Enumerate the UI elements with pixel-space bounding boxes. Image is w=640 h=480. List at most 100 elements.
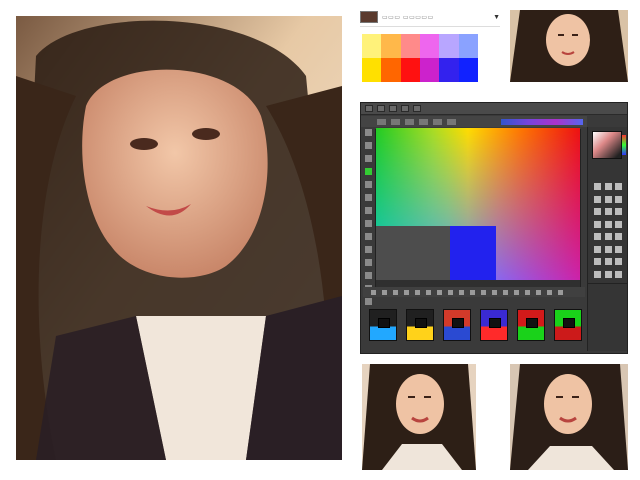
swatch-cell[interactable]: [420, 58, 440, 82]
strip-icon[interactable]: [492, 289, 497, 295]
tool-icon[interactable]: [364, 233, 372, 240]
main-portrait-image: [16, 16, 342, 460]
layer-icon[interactable]: [594, 245, 601, 253]
preset-thumbnail[interactable]: [480, 309, 508, 341]
layer-icon[interactable]: [604, 183, 612, 190]
layer-icon[interactable]: [594, 208, 601, 215]
strip-icon[interactable]: [503, 289, 508, 295]
strip-icon[interactable]: [514, 289, 519, 295]
tool-icon[interactable]: [364, 194, 372, 201]
thumbnail-top-right[interactable]: [510, 10, 628, 82]
strip-icon[interactable]: [558, 289, 563, 295]
preset-thumbnail[interactable]: [369, 309, 397, 341]
layer-icon[interactable]: [604, 233, 612, 240]
layer-icon[interactable]: [604, 208, 612, 215]
strip-icon[interactable]: [448, 289, 453, 295]
layer-icon[interactable]: [604, 245, 612, 253]
swatch-cell[interactable]: [458, 58, 478, 82]
tool-icon[interactable]: [364, 142, 372, 149]
tool-icon[interactable]: [364, 181, 372, 188]
swatch-cell[interactable]: [362, 34, 382, 58]
layer-icon[interactable]: [615, 195, 623, 203]
tool-icon[interactable]: [364, 259, 372, 266]
menu-button[interactable]: [401, 105, 409, 112]
swatch-cell[interactable]: [439, 58, 459, 82]
tool-button[interactable]: [391, 118, 400, 125]
preset-icon: [563, 318, 575, 328]
preset-thumbnail[interactable]: [554, 309, 582, 341]
chevron-down-icon[interactable]: ▼: [493, 14, 500, 21]
layer-icon[interactable]: [615, 258, 623, 265]
strip-icon[interactable]: [426, 289, 431, 295]
preset-thumbnail[interactable]: [406, 309, 434, 341]
strip-icon[interactable]: [536, 289, 541, 295]
menu-button[interactable]: [377, 105, 385, 112]
thumbnail-illustration: [362, 364, 476, 470]
tool-icon[interactable]: [364, 129, 372, 136]
tool-button[interactable]: [447, 118, 456, 125]
tool-icon[interactable]: [364, 207, 372, 214]
tool-icon[interactable]: [364, 272, 372, 279]
hue-spectrum-bar[interactable]: [501, 118, 583, 125]
menu-button[interactable]: [389, 105, 397, 112]
swatch-cell[interactable]: [458, 34, 478, 58]
strip-icon[interactable]: [547, 289, 552, 295]
layer-icon[interactable]: [594, 270, 601, 278]
preset-thumbnail[interactable]: [443, 309, 471, 341]
strip-icon[interactable]: [415, 289, 420, 295]
strip-icon[interactable]: [371, 289, 376, 295]
color-gradient-canvas[interactable]: [376, 128, 580, 280]
strip-icon[interactable]: [470, 289, 475, 295]
swatch-color-chip[interactable]: [360, 11, 378, 23]
layer-icon[interactable]: [594, 195, 601, 203]
swatch-cell[interactable]: [400, 58, 420, 82]
portrait-illustration: [16, 16, 342, 460]
swatch-header[interactable]: ▭▭▭ ▭▭▭▭▭ ▼: [360, 8, 500, 26]
strip-icon[interactable]: [459, 289, 464, 295]
thumbnail-bottom-right[interactable]: [510, 364, 628, 470]
layer-icon[interactable]: [604, 220, 612, 228]
layer-icon[interactable]: [594, 183, 601, 190]
layer-icon[interactable]: [604, 195, 612, 203]
layer-icon[interactable]: [615, 233, 623, 240]
tool-icon[interactable]: [364, 220, 372, 227]
swatch-cell[interactable]: [420, 34, 440, 58]
tool-button[interactable]: [433, 118, 442, 125]
layer-icon[interactable]: [615, 220, 623, 228]
layer-icon[interactable]: [594, 220, 601, 228]
tool-button[interactable]: [377, 118, 386, 125]
tool-icon[interactable]: [364, 298, 372, 305]
swatch-cell[interactable]: [381, 58, 401, 82]
menu-button[interactable]: [365, 105, 373, 112]
color-picker-square[interactable]: [592, 131, 622, 159]
preset-thumbnail[interactable]: [517, 309, 545, 341]
tool-button[interactable]: [405, 118, 414, 125]
thumbnail-bottom-left[interactable]: [362, 364, 476, 470]
strip-icon[interactable]: [404, 289, 409, 295]
layer-icon[interactable]: [594, 258, 601, 265]
strip-icon[interactable]: [525, 289, 530, 295]
hue-slider[interactable]: [622, 135, 626, 155]
divider: [360, 26, 500, 27]
strip-icon[interactable]: [382, 289, 387, 295]
strip-icon[interactable]: [481, 289, 486, 295]
swatch-palette[interactable]: [362, 34, 478, 82]
layer-icon[interactable]: [604, 258, 612, 265]
swatch-cell[interactable]: [381, 34, 401, 58]
swatch-cell[interactable]: [400, 34, 420, 58]
swatch-cell[interactable]: [439, 34, 459, 58]
tool-button[interactable]: [419, 118, 428, 125]
layer-icon[interactable]: [615, 270, 623, 278]
layer-icon[interactable]: [594, 233, 601, 240]
layer-icon[interactable]: [615, 245, 623, 253]
layer-icon[interactable]: [615, 208, 623, 215]
layer-icon[interactable]: [615, 183, 623, 190]
strip-icon[interactable]: [437, 289, 442, 295]
layer-icon[interactable]: [604, 270, 612, 278]
menu-button[interactable]: [413, 105, 421, 112]
tool-icon[interactable]: [364, 155, 372, 162]
strip-icon[interactable]: [393, 289, 398, 295]
tool-icon[interactable]: [364, 246, 372, 253]
tool-icon-active[interactable]: [364, 168, 372, 175]
swatch-cell[interactable]: [362, 58, 382, 82]
